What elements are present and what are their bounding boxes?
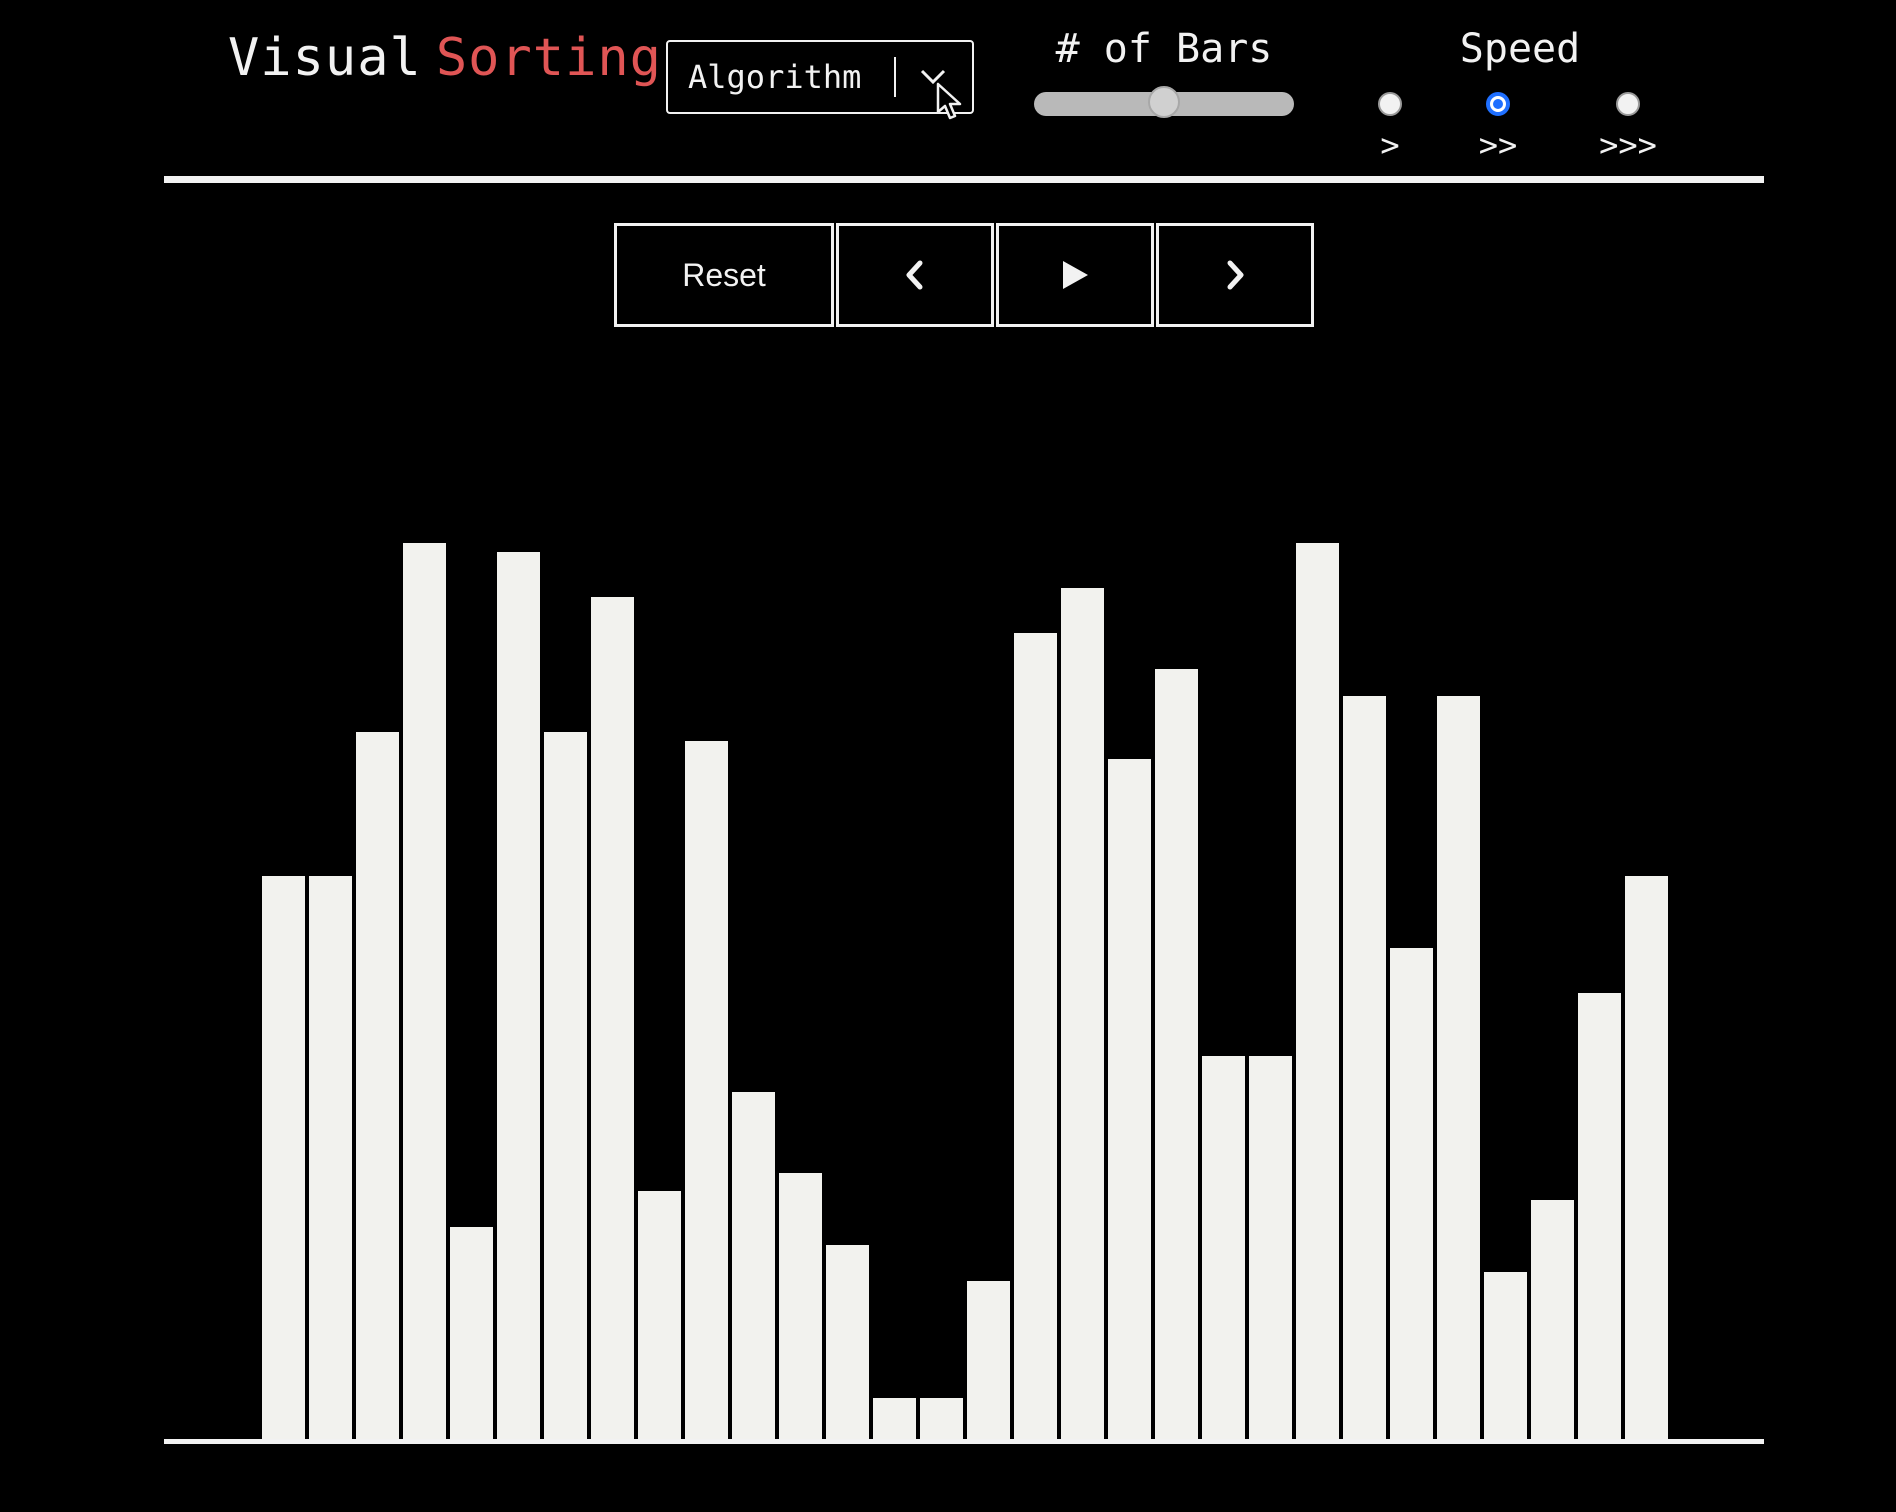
bars-count-label: # of Bars	[1055, 26, 1273, 72]
select-separator	[894, 57, 896, 97]
bar-18	[1061, 588, 1104, 1443]
bar-2	[309, 876, 352, 1443]
bar-16	[967, 1281, 1010, 1443]
speed-option-medium[interactable]: >>	[1438, 92, 1558, 164]
bar-25	[1390, 948, 1433, 1443]
speed-option-slow[interactable]: >	[1330, 92, 1450, 164]
algorithm-select[interactable]: Algorithm	[666, 40, 974, 114]
speed-option-fast[interactable]: >>>	[1568, 92, 1688, 164]
step-forward-button[interactable]	[1156, 223, 1314, 327]
bar-1	[262, 876, 305, 1443]
speed-option-fast-label: >>>	[1599, 126, 1657, 164]
speed-option-medium-label: >>	[1478, 126, 1518, 164]
bar-10	[685, 741, 728, 1443]
bar-12	[779, 1173, 822, 1443]
app-title: Visual Sorting	[228, 28, 662, 88]
speed-radio-medium[interactable]	[1486, 92, 1510, 116]
bar-19	[1108, 759, 1151, 1443]
speed-radio-fast[interactable]	[1616, 92, 1640, 116]
bar-21	[1202, 1056, 1245, 1443]
sorting-bars-chart	[262, 543, 1668, 1443]
slider-thumb[interactable]	[1148, 86, 1180, 118]
visual-sorting-app: Visual Sorting Algorithm # of Bars Speed …	[0, 0, 1896, 1512]
bar-14	[873, 1398, 916, 1443]
bar-4	[403, 543, 446, 1443]
bar-28	[1531, 1200, 1574, 1443]
title-sorting: Sorting	[435, 28, 662, 88]
bar-29	[1578, 993, 1621, 1443]
header-divider	[164, 176, 1764, 183]
bar-23	[1296, 543, 1339, 1443]
bar-26	[1437, 696, 1480, 1443]
bar-5	[450, 1227, 493, 1443]
algorithm-select-label: Algorithm	[688, 58, 862, 96]
play-button[interactable]	[996, 223, 1154, 327]
reset-button[interactable]: Reset	[614, 223, 834, 327]
title-visual: Visual	[228, 28, 422, 88]
play-icon	[1063, 261, 1088, 289]
bar-7	[544, 732, 587, 1443]
bar-15	[920, 1398, 963, 1443]
chevron-left-icon	[906, 260, 923, 290]
bar-30	[1625, 876, 1668, 1443]
bars-count-slider[interactable]	[1034, 86, 1294, 118]
bar-22	[1249, 1056, 1292, 1443]
step-back-button[interactable]	[836, 223, 994, 327]
bar-20	[1155, 669, 1198, 1443]
bar-11	[732, 1092, 775, 1443]
bar-9	[638, 1191, 681, 1443]
playback-controls: Reset	[614, 223, 1314, 327]
bar-13	[826, 1245, 869, 1443]
speed-option-slow-label: >	[1380, 126, 1400, 164]
mouse-pointer-icon	[936, 82, 962, 120]
bar-8	[591, 597, 634, 1443]
bar-3	[356, 732, 399, 1443]
speed-label: Speed	[1459, 26, 1581, 72]
bar-24	[1343, 696, 1386, 1443]
bar-17	[1014, 633, 1057, 1443]
bar-6	[497, 552, 540, 1443]
chevron-right-icon	[1227, 260, 1244, 290]
bar-27	[1484, 1272, 1527, 1443]
speed-radio-slow[interactable]	[1378, 92, 1402, 116]
chart-baseline	[164, 1439, 1764, 1444]
